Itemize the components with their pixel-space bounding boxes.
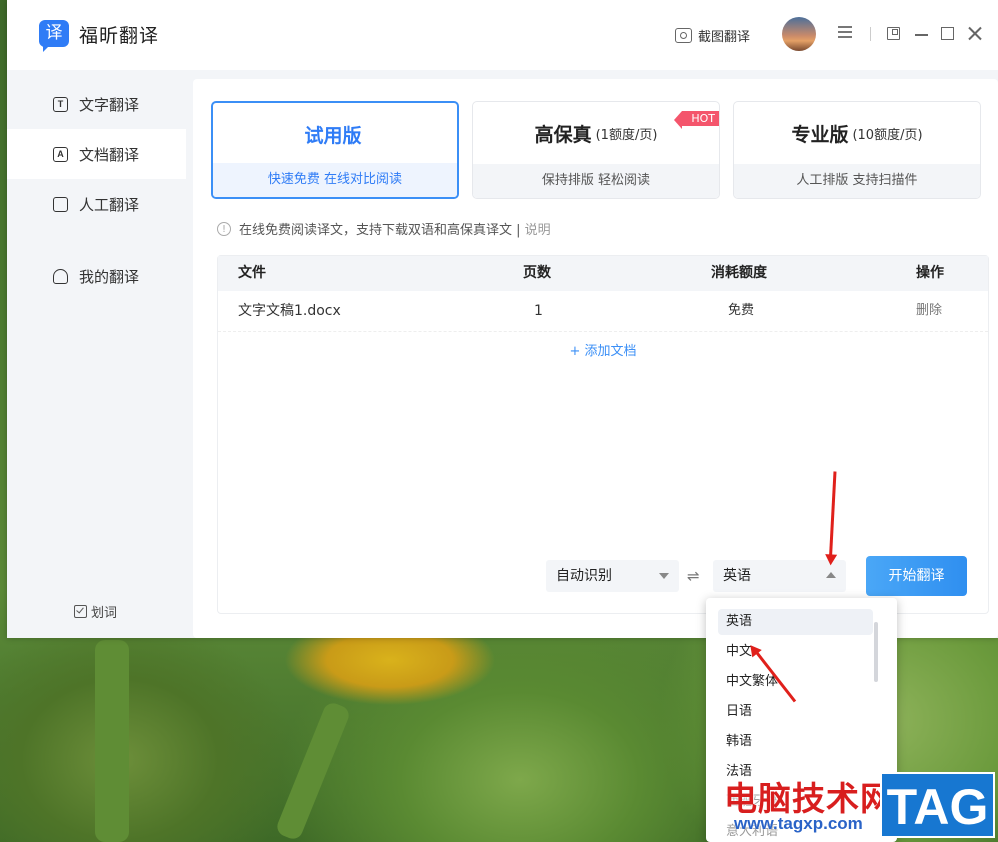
language-option[interactable]: 中文 — [718, 639, 873, 665]
delete-button[interactable]: 删除 — [916, 291, 942, 331]
cost-value: 免费 — [728, 303, 755, 318]
avatar[interactable] — [782, 17, 816, 51]
language-option[interactable]: 中文繁体 — [718, 669, 873, 695]
sidebar-item-label: 文档翻译 — [79, 145, 140, 164]
column-header-pages: 页数 — [523, 265, 551, 281]
minimize-icon[interactable] — [915, 34, 928, 36]
table-header: 文件 页数 消耗额度 操作 — [218, 256, 988, 291]
app-logo-icon: 译 — [39, 20, 69, 52]
background-stem — [95, 640, 129, 842]
sidebar-item-label: 人工翻译 — [79, 195, 140, 214]
source-language-value: 自动识别 — [556, 568, 612, 584]
plan-quota: (1额度/页) — [595, 128, 658, 143]
maximize-icon[interactable] — [941, 27, 954, 40]
watermark-logo: TAG — [880, 772, 995, 838]
app-window: 译 福昕翻译 截图翻译 T 文字翻译 A 文档翻译 人工翻译 我的翻译 划词 试… — [7, 0, 998, 638]
plan-name: 高保真 — [534, 124, 592, 146]
plan-quota: (10额度/页) — [852, 128, 923, 143]
text-icon: T — [53, 96, 68, 112]
menu-icon[interactable] — [838, 26, 852, 38]
column-header-file: 文件 — [238, 265, 266, 281]
table-row: 文字文稿1.docx 1 免费 删除 — [218, 291, 988, 332]
swap-languages-icon[interactable]: ⇌ — [687, 567, 700, 585]
sidebar: T 文字翻译 A 文档翻译 人工翻译 我的翻译 划词 — [7, 70, 186, 638]
plan-description: 快速免费 在线对比阅读 — [213, 163, 457, 197]
app-title: 福昕翻译 — [79, 25, 160, 47]
title-bar: 译 福昕翻译 截图翻译 — [7, 0, 998, 70]
word-pick-toggle[interactable]: 划词 — [74, 602, 117, 621]
sidebar-item-my-translations[interactable]: 我的翻译 — [7, 251, 186, 301]
plan-description: 人工排版 支持扫描件 — [734, 164, 980, 198]
info-icon: ! — [217, 221, 231, 236]
language-option[interactable]: 韩语 — [718, 729, 873, 755]
language-option[interactable]: 日语 — [718, 699, 873, 725]
plan-card-professional[interactable]: 专业版 (10额度/页) 人工排版 支持扫描件 — [733, 101, 981, 199]
document-icon: A — [53, 146, 68, 162]
watermark-url: www.tagxp.com — [734, 814, 863, 833]
plan-name: 试用版 — [304, 125, 362, 147]
close-icon[interactable] — [967, 25, 983, 41]
target-language-value: 英语 — [723, 568, 751, 584]
screenshot-translate-label: 截图翻译 — [698, 29, 751, 45]
camera-icon — [675, 27, 692, 43]
word-pick-label: 划词 — [91, 606, 118, 621]
hot-badge: HOT — [674, 111, 719, 129]
plan-card-trial[interactable]: 试用版 快速免费 在线对比阅读 — [211, 101, 459, 199]
user-icon — [53, 268, 68, 284]
plan-card-high-fidelity[interactable]: 高保真 (1额度/页) 保持排版 轻松阅读 HOT — [472, 101, 720, 199]
checkbox-icon[interactable] — [74, 605, 87, 618]
start-translate-button[interactable]: 开始翻译 — [866, 556, 967, 596]
background-stem — [274, 700, 352, 842]
notice-text: 在线免费阅读译文，支持下载双语和高保真译文 | 说明 — [239, 223, 551, 238]
sidebar-item-text-translate[interactable]: T 文字翻译 — [7, 79, 186, 129]
language-option[interactable]: 英语 — [718, 609, 873, 635]
sidebar-item-document-translate[interactable]: A 文档翻译 — [7, 129, 186, 179]
notice-help-link[interactable]: 说明 — [525, 223, 551, 238]
sidebar-item-human-translate[interactable]: 人工翻译 — [7, 179, 186, 229]
watermark-text: 电脑技术网 — [724, 780, 894, 817]
source-language-select[interactable]: 自动识别 — [546, 560, 679, 592]
page-count: 1 — [534, 303, 543, 319]
sidebar-item-label: 文字翻译 — [79, 95, 140, 114]
column-header-cost: 消耗额度 — [711, 265, 767, 281]
sidebar-item-label: 我的翻译 — [79, 267, 140, 286]
human-translate-icon — [53, 196, 68, 212]
plan-name: 专业版 — [791, 124, 849, 146]
divider — [870, 27, 871, 41]
dropdown-scrollbar[interactable] — [874, 622, 878, 682]
pin-window-icon[interactable] — [887, 27, 900, 40]
notice-bar: ! 在线免费阅读译文，支持下载双语和高保真译文 | 说明 — [217, 219, 551, 238]
screenshot-translate-button[interactable]: 截图翻译 — [675, 24, 750, 46]
add-document-button[interactable]: + 添加文档 — [218, 332, 988, 372]
main-panel: 试用版 快速免费 在线对比阅读 高保真 (1额度/页) 保持排版 轻松阅读 HO… — [193, 79, 998, 638]
column-header-action: 操作 — [916, 265, 944, 281]
chevron-down-icon — [659, 573, 669, 579]
chevron-up-icon — [826, 572, 836, 578]
plan-description: 保持排版 轻松阅读 — [473, 164, 719, 198]
file-name: 文字文稿1.docx — [238, 303, 341, 319]
